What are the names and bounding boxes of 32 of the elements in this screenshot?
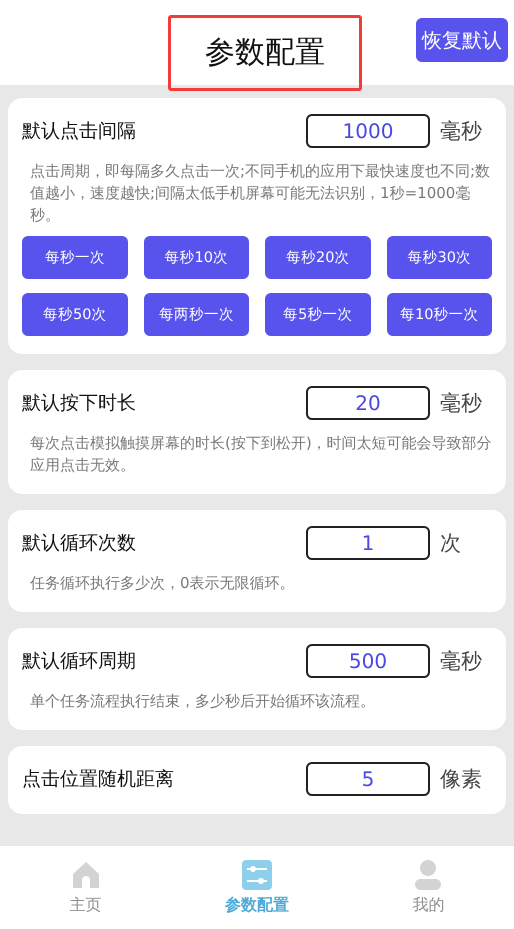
- restore-defaults-button[interactable]: 恢复默认: [416, 18, 508, 62]
- setting-description: 任务循环执行多少次，0表示无限循环。: [30, 573, 296, 594]
- preset-button[interactable]: 每10秒一次: [386, 293, 492, 336]
- unit-label: 毫秒: [440, 390, 483, 417]
- setting-label: 默认点击间隔: [22, 119, 137, 144]
- setting-description: 每次点击模拟触摸屏幕的时长(按下到松开)，时间太短可能会导致部分应用点击无效。: [30, 433, 492, 476]
- sliders-icon: [240, 859, 273, 891]
- nav-tab[interactable]: 我的: [342, 846, 514, 929]
- unit-label: 像素: [440, 766, 483, 793]
- preset-button[interactable]: 每5秒一次: [265, 293, 370, 336]
- value-input[interactable]: 1000: [306, 114, 430, 148]
- setting-label: 点击位置随机距离: [22, 767, 175, 792]
- unit-label: 毫秒: [440, 648, 483, 675]
- preset-button[interactable]: 每秒20次: [265, 236, 370, 279]
- unit-label: 次: [440, 530, 462, 557]
- nav-tab[interactable]: 主页: [0, 846, 172, 929]
- setting-label: 默认循环周期: [22, 649, 137, 674]
- setting-label: 默认循环次数: [22, 531, 137, 556]
- value-input[interactable]: 20: [306, 386, 430, 420]
- page-title: 参数配置: [168, 14, 362, 90]
- setting-description: 点击周期，即每隔多久点击一次;不同手机的应用下最快速度也不同;数值越小，速度越快;间隔太低手机屏幕可能无法识别，1秒=1000毫秒。: [30, 161, 492, 226]
- setting-label: 默认按下时长: [22, 391, 137, 416]
- value-input[interactable]: 5: [306, 762, 430, 796]
- preset-button[interactable]: 每秒10次: [144, 236, 249, 279]
- preset-button[interactable]: 每两秒一次: [144, 293, 249, 336]
- value-input[interactable]: 1: [306, 526, 430, 560]
- preset-button[interactable]: 每秒30次: [386, 236, 492, 279]
- preset-button[interactable]: 每秒50次: [22, 293, 128, 336]
- preset-button[interactable]: 每秒一次: [22, 236, 128, 279]
- setting-description: 单个任务流程执行结束，多少秒后开始循环该流程。: [30, 691, 376, 712]
- unit-label: 毫秒: [440, 118, 483, 145]
- value-input[interactable]: 500: [306, 644, 430, 678]
